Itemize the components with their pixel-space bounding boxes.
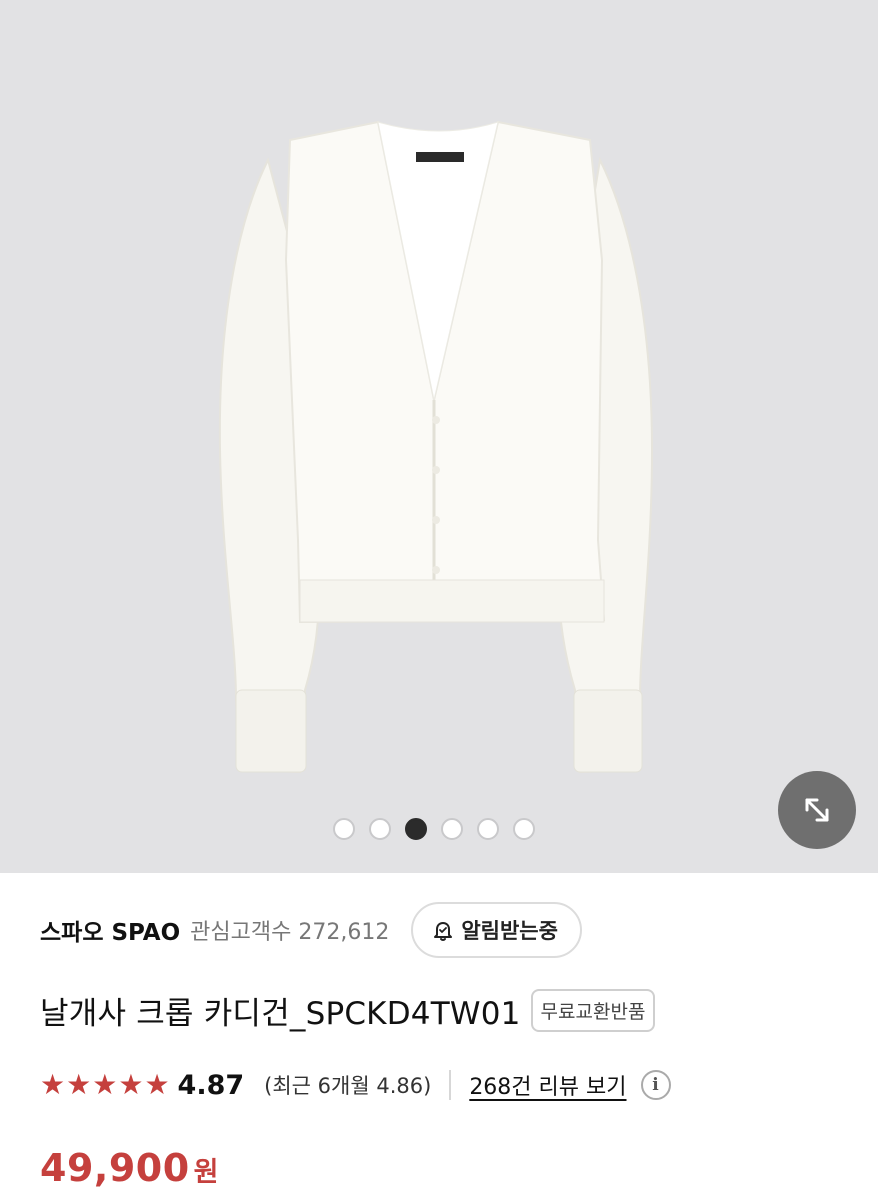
star-rating: ★ ★ ★ ★ ★ [40, 1071, 170, 1099]
star-icon: ★ [118, 1068, 144, 1101]
star-icon: ★ [144, 1068, 170, 1101]
price-currency: 원 [193, 1157, 219, 1188]
cardigan-image [218, 120, 654, 774]
expand-arrows-icon [805, 798, 829, 822]
alarm-label: 알림받는중 [461, 919, 558, 943]
star-icon: ★ [92, 1068, 118, 1101]
alarm-button[interactable]: 알림받는중 [411, 902, 582, 958]
title-row: 날개사 크롭 카디건_SPCKD4TW01 무료교환반품 [40, 988, 656, 1033]
rating-score: 4.87 [177, 1069, 245, 1101]
reviews-link[interactable]: 268건 리뷰 보기 [469, 1069, 626, 1101]
gallery-dot-active[interactable] [405, 818, 427, 840]
gallery-dot[interactable] [477, 818, 499, 840]
gallery-dot[interactable] [333, 818, 355, 840]
info-icon[interactable]: i [640, 1070, 671, 1100]
gallery-dot[interactable] [441, 818, 463, 840]
price-row: 49,900 원 [40, 1146, 218, 1190]
brand-row: 스파오 SPAO 관심고객수 272,612 알림받는중 [40, 901, 582, 959]
rating-row: ★ ★ ★ ★ ★ 4.87 (최근 6개월 4.86) 268건 리뷰 보기 … [40, 1065, 671, 1105]
gallery-dot[interactable] [369, 818, 391, 840]
recent-rating: (최근 6개월 4.86) [264, 1074, 432, 1098]
free-return-badge: 무료교환반품 [530, 989, 656, 1032]
gallery-dot[interactable] [513, 818, 535, 840]
product-title: 날개사 크롭 카디건_SPCKD4TW01 [40, 996, 521, 1032]
brand-name[interactable]: 스파오 SPAO [40, 913, 180, 947]
star-icon: ★ [40, 1068, 66, 1101]
divider [449, 1070, 452, 1100]
gallery-pagination [0, 818, 878, 840]
expand-image-button[interactable] [778, 771, 856, 849]
price-amount: 49,900 [40, 1146, 190, 1190]
bell-icon [434, 922, 453, 941]
product-image-gallery[interactable] [0, 0, 878, 873]
interest-count: 관심고객수 272,612 [190, 920, 390, 945]
star-icon: ★ [66, 1068, 92, 1101]
